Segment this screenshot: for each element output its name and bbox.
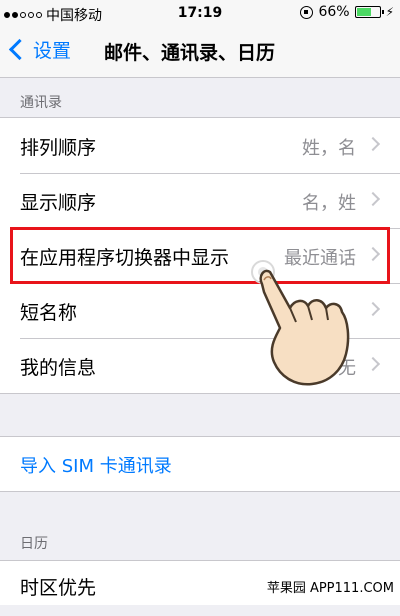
row-value: 名，姓 — [302, 193, 356, 214]
import-sim-group: 导入 SIM 卡通讯录 — [0, 436, 400, 492]
pointing-hand-icon — [250, 258, 370, 392]
battery-icon — [354, 6, 384, 18]
import-sim-label: 导入 SIM 卡通讯录 — [20, 456, 172, 477]
row-label: 排列顺序 — [20, 137, 97, 159]
charging-icon: ⚡ — [385, 5, 394, 19]
row-label: 短名称 — [20, 302, 78, 324]
rotation-lock-icon — [300, 5, 314, 19]
battery-fill — [356, 8, 372, 16]
back-button[interactable]: 设置 — [8, 36, 71, 63]
row-label: 时区优先 — [20, 577, 97, 599]
row-label: 我的信息 — [20, 357, 97, 379]
navigation-bar: 设置 邮件、通讯录、日历 — [0, 26, 400, 78]
chevron-right-icon — [365, 191, 381, 207]
battery-percent: 66% — [318, 4, 350, 20]
section-header-calendar: 日历 — [20, 536, 48, 552]
status-bar: 中国移动 17:19 66% ⚡ — [0, 0, 400, 26]
section-header-contacts: 通讯录 — [20, 95, 62, 111]
status-right: 66% ⚡ — [300, 4, 394, 20]
row-label: 显示顺序 — [20, 192, 97, 214]
chevron-left-icon — [8, 38, 31, 61]
row-sort-order[interactable]: 排列顺序 姓，名 — [0, 118, 400, 173]
row-value: 姓，名 — [302, 138, 356, 159]
chevron-right-icon — [365, 136, 381, 152]
import-sim-button[interactable]: 导入 SIM 卡通讯录 — [0, 437, 400, 492]
watermark: 苹果园 APP111.COM — [266, 577, 394, 596]
row-display-order[interactable]: 显示顺序 名，姓 — [0, 173, 400, 228]
back-label: 设置 — [33, 40, 72, 62]
page-title: 邮件、通讯录、日历 — [104, 42, 276, 64]
